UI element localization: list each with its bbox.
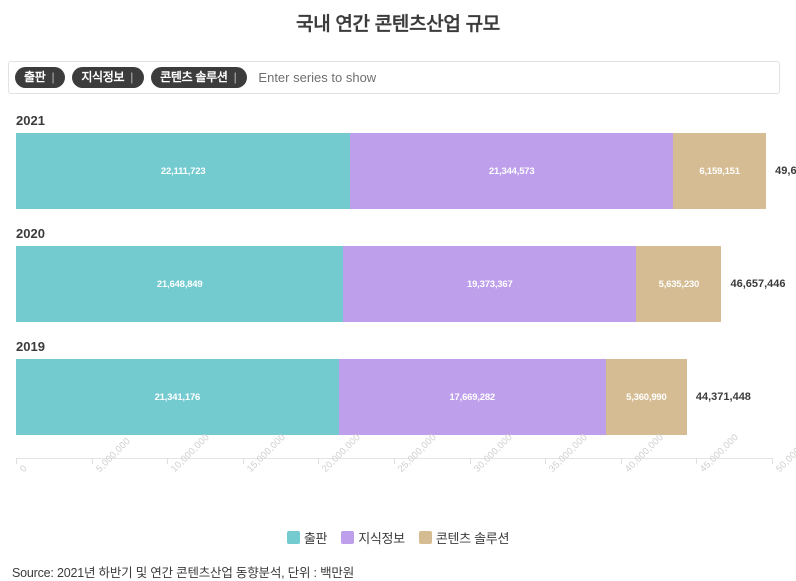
legend-swatch-icon xyxy=(286,531,300,544)
bar-total-label: 44,371,448 xyxy=(695,391,751,403)
close-icon[interactable]: | xyxy=(51,67,54,88)
x-axis: 0 5,000,000 10,000,000 15,000,000 20,000,000… xyxy=(0,432,796,518)
axis-tick xyxy=(91,458,93,464)
series-chip-label: 지식정보 xyxy=(81,70,125,84)
chart-plot-area: 2021 22,111,72321,344,5736,159,151 49,615,… xyxy=(0,113,796,463)
axis-tick xyxy=(318,458,320,464)
chart-legend: 출판 지식정보 콘텐츠 솔루션 xyxy=(0,528,796,547)
axis-tick xyxy=(620,458,622,464)
series-chip-chulpan[interactable]: 출판 | xyxy=(15,67,66,88)
axis-tick xyxy=(16,458,17,464)
bar-segment[interactable]: 5,635,230 xyxy=(636,246,722,322)
axis-tick xyxy=(469,458,471,464)
legend-item[interactable]: 콘텐츠 솔루션 xyxy=(418,528,510,547)
legend-swatch-icon xyxy=(418,531,432,544)
legend-label: 콘텐츠 솔루션 xyxy=(435,531,510,546)
bar-group-label: 2020 xyxy=(16,226,45,241)
stacked-bar: 22,111,72321,344,5736,159,151 49,615,447 xyxy=(16,133,796,209)
axis-tick xyxy=(545,458,547,464)
close-icon[interactable]: | xyxy=(234,67,237,88)
bar-segment[interactable]: 17,669,282 xyxy=(338,359,606,435)
axis-tick xyxy=(167,458,169,464)
bar-group-label: 2021 xyxy=(16,113,45,128)
legend-item[interactable]: 출판 xyxy=(286,528,328,547)
bar-segment[interactable]: 5,360,990 xyxy=(605,359,687,435)
stacked-bar: 21,648,849 19,373,367 5,635,230 46,657,446 xyxy=(16,246,786,322)
series-chip-label: 출판 xyxy=(24,70,46,84)
bar-group-label: 2019 xyxy=(16,339,45,354)
page-title: 국내 연간 콘텐츠산업 규모 xyxy=(296,14,500,35)
axis-tick xyxy=(696,458,698,464)
stacked-bar: 21,341,176 17,669,282 5,360,990 44,371,448 xyxy=(16,359,751,435)
bar-segment[interactable]: 21,648,849 xyxy=(16,246,344,322)
axis-tick xyxy=(242,458,244,464)
bar-segment[interactable]: 21,341,176 xyxy=(16,359,339,435)
legend-label: 지식정보 xyxy=(358,531,405,546)
legend-swatch-icon xyxy=(341,531,355,544)
close-icon[interactable]: | xyxy=(130,67,133,88)
legend-label: 출판 xyxy=(303,531,328,546)
bar-total-label: 46,657,446 xyxy=(730,278,786,290)
source-note: Source: 2021년 하반기 및 연간 콘텐츠산업 동향분석, 단위 : … xyxy=(12,566,354,580)
bar-segment[interactable]: 21,344,573 xyxy=(350,133,674,209)
series-chip-contents-solution[interactable]: 콘텐츠 솔루션 | xyxy=(151,67,248,88)
series-input[interactable]: Enter series to show xyxy=(258,70,773,85)
bar-segment[interactable]: 6,159,151 xyxy=(673,133,767,209)
bar-segment[interactable]: 22,111,723 xyxy=(16,133,351,209)
bar-segment[interactable]: 19,373,367 xyxy=(343,246,637,322)
axis-tick xyxy=(394,458,395,464)
series-chip-jisikjeongbo[interactable]: 지식정보 | xyxy=(72,67,145,88)
legend-item[interactable]: 지식정보 xyxy=(341,528,405,547)
axis-tick-label: 0 xyxy=(18,463,30,475)
axis-tick xyxy=(772,458,773,464)
series-chip-label: 콘텐츠 솔루션 xyxy=(160,70,228,84)
bar-total-label: 49,615,447 xyxy=(775,165,796,177)
series-selector[interactable]: 출판 | 지식정보 | 콘텐츠 솔루션 | Enter series to sh… xyxy=(8,61,780,94)
